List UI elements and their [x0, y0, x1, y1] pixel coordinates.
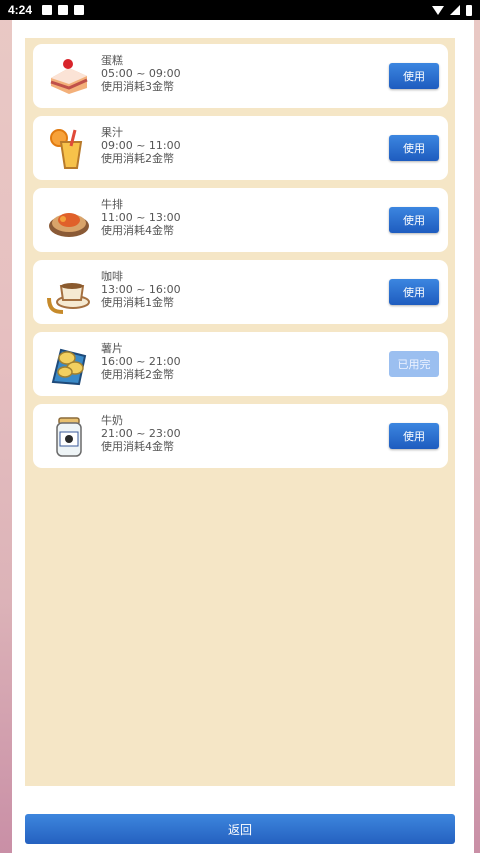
food-time: 21:00 ~ 23:00 — [101, 427, 181, 440]
food-time: 11:00 ~ 13:00 — [101, 211, 181, 224]
food-card-steak: 牛排 11:00 ~ 13:00 使用消耗4金幣 使用 — [33, 188, 448, 252]
chips-icon — [51, 348, 87, 386]
food-cost: 使用消耗2金幣 — [101, 152, 174, 165]
food-name: 蛋糕 — [101, 54, 123, 67]
food-card-chips: 薯片 16:00 ~ 21:00 使用消耗2金幣 已用完 — [33, 332, 448, 396]
food-cost: 使用消耗4金幣 — [101, 224, 174, 237]
juice-icon — [50, 129, 83, 169]
food-time: 13:00 ~ 16:00 — [101, 283, 181, 296]
use-button-cake[interactable]: 使用 — [389, 63, 439, 89]
return-button[interactable]: 返回 — [25, 814, 455, 844]
food-card-cake: 蛋糕 05:00 ~ 09:00 使用消耗3金幣 使用 — [33, 44, 448, 108]
food-card-juice: 果汁 09:00 ~ 11:00 使用消耗2金幣 使用 — [33, 116, 448, 180]
milk-icon — [56, 417, 82, 457]
food-name: 牛排 — [101, 198, 123, 211]
cake-icon — [50, 59, 88, 94]
status-time: 4:24 — [8, 3, 33, 17]
food-time: 09:00 ~ 11:00 — [101, 139, 181, 152]
wifi-icon — [432, 5, 444, 15]
food-modal: 蛋糕 05:00 ~ 09:00 使用消耗3金幣 使用 果汁 09:00 ~ 1… — [12, 20, 474, 853]
food-name: 薯片 — [101, 342, 123, 355]
food-name: 咖啡 — [101, 270, 123, 283]
steak-icon — [49, 213, 89, 237]
food-list-panel: 蛋糕 05:00 ~ 09:00 使用消耗3金幣 使用 果汁 09:00 ~ 1… — [25, 38, 455, 786]
food-name: 牛奶 — [101, 414, 123, 427]
food-cost: 使用消耗4金幣 — [101, 440, 174, 453]
food-name: 果汁 — [101, 126, 123, 139]
food-cost: 使用消耗1金幣 — [101, 296, 174, 309]
use-button-milk[interactable]: 使用 — [389, 423, 439, 449]
coffee-icon — [47, 283, 90, 314]
food-card-coffee: 咖啡 13:00 ~ 16:00 使用消耗1金幣 使用 — [33, 260, 448, 324]
food-cost: 使用消耗3金幣 — [101, 80, 174, 93]
app-notification-icon — [74, 5, 85, 15]
signal-icon — [450, 5, 460, 15]
use-button-coffee[interactable]: 使用 — [389, 279, 439, 305]
battery-icon — [466, 4, 472, 16]
food-cost: 使用消耗2金幣 — [101, 368, 174, 381]
food-time: 16:00 ~ 21:00 — [101, 355, 181, 368]
used-up-button-chips[interactable]: 已用完 — [389, 351, 439, 377]
square-notification-icon — [58, 5, 69, 15]
food-time: 05:00 ~ 09:00 — [101, 67, 181, 80]
use-button-juice[interactable]: 使用 — [389, 135, 439, 161]
food-card-milk: 牛奶 21:00 ~ 23:00 使用消耗4金幣 使用 — [33, 404, 448, 468]
status-bar: 4:24 — [0, 0, 480, 20]
use-button-steak[interactable]: 使用 — [389, 207, 439, 233]
image-notification-icon — [42, 5, 53, 15]
